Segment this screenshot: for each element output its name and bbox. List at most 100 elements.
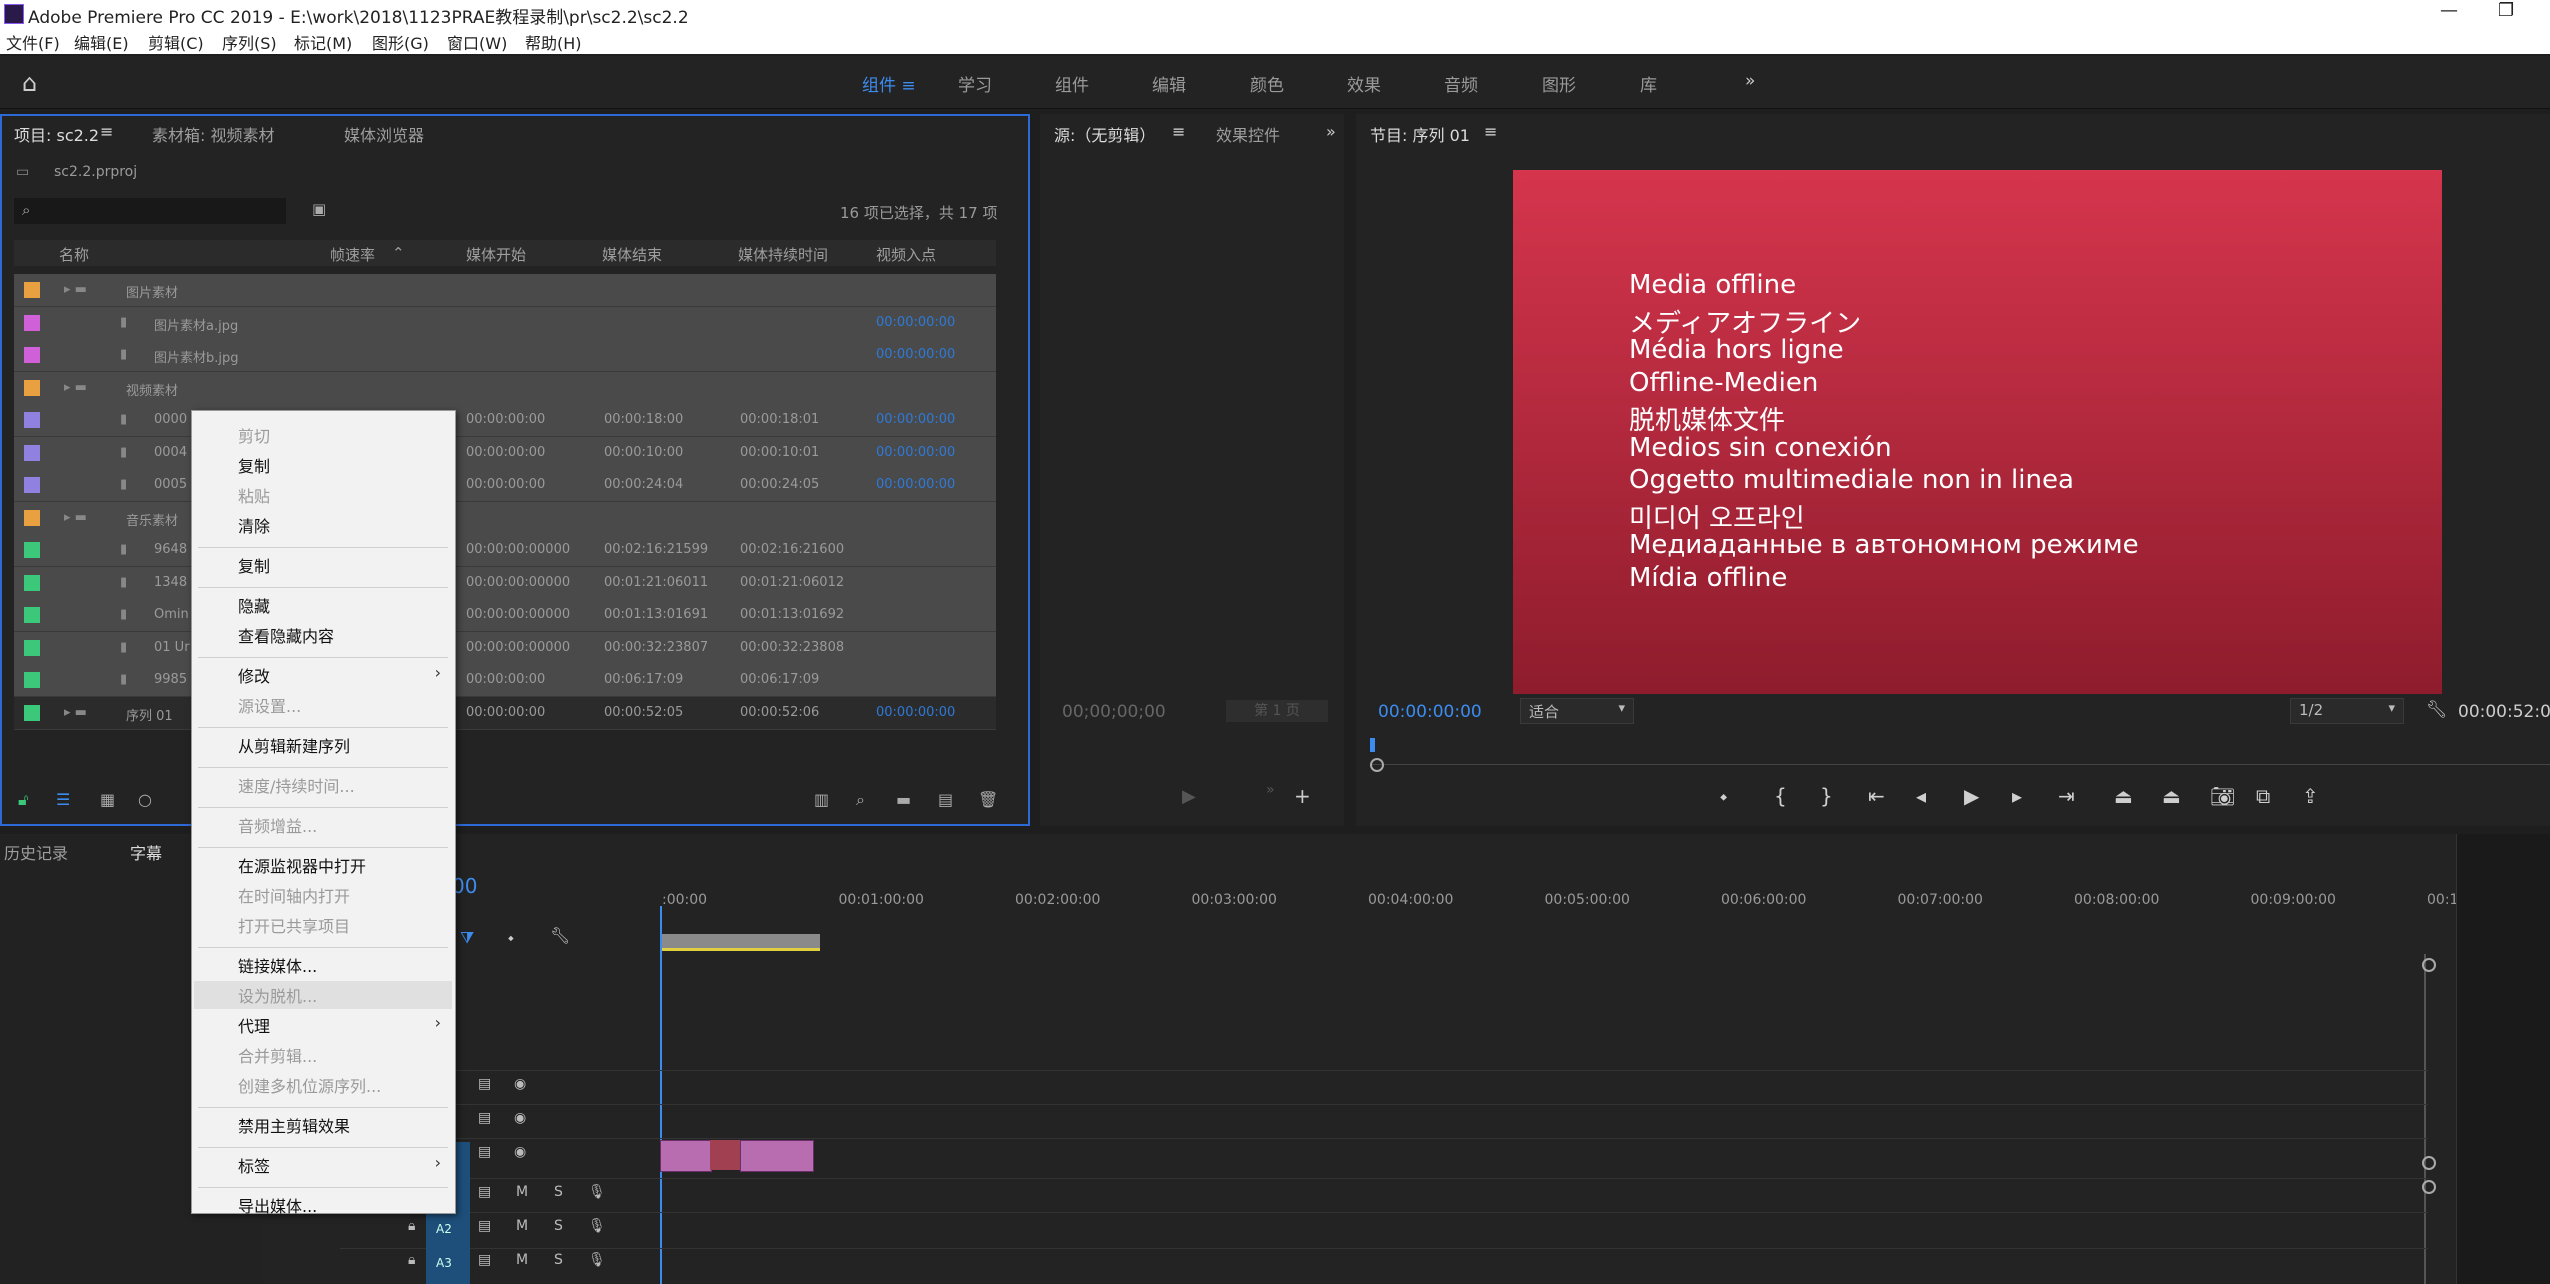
label-color-swatch[interactable] — [24, 639, 40, 656]
label-color-swatch[interactable] — [24, 347, 40, 363]
timeline-playhead[interactable] — [660, 906, 662, 1284]
tab-effect-controls[interactable]: 效果控件 — [1216, 122, 1280, 146]
track-a2-label[interactable]: A2 — [436, 1222, 452, 1236]
context-menu-item[interactable]: 清除 — [238, 513, 270, 537]
step-forward-icon[interactable]: ▸ — [2012, 784, 2022, 808]
workspace-effects[interactable]: 颜色 — [1250, 71, 1284, 96]
restore-icon[interactable]: ❐ — [2498, 0, 2514, 21]
col-media-start[interactable]: 媒体开始 — [466, 244, 526, 265]
table-row[interactable]: ▮ 0004 00:00:00:00 00:00:10:00 00:00:10:01 00… — [14, 436, 996, 470]
play-icon[interactable]: ▶ — [1964, 784, 1979, 808]
context-menu-item[interactable]: 在源监视器中打开 — [238, 853, 366, 877]
workspace-assembly[interactable]: 组件 ≡ — [862, 71, 916, 96]
workspace-edit[interactable]: 组件 — [1055, 71, 1089, 96]
workspace-audio[interactable]: 效果 — [1347, 71, 1381, 96]
scroll-handle[interactable] — [2422, 958, 2436, 972]
icon-view-icon[interactable]: ▦ — [100, 790, 115, 809]
export-icon[interactable]: ⇪ — [2302, 784, 2319, 808]
context-menu-item[interactable]: 从剪辑新建序列 — [238, 733, 350, 757]
tab-project[interactable]: 项目: sc2.2 — [14, 122, 99, 146]
label-color-swatch[interactable] — [24, 282, 40, 298]
zoom-slider-icon[interactable]: ○ — [138, 790, 152, 809]
eye-icon[interactable]: ◉ — [514, 1110, 526, 1126]
lock-icon[interactable]: 🔒︎ — [408, 1252, 415, 1268]
menu-clip[interactable]: 剪辑(C) — [148, 30, 204, 54]
col-media-duration[interactable]: 媒体持续时间 — [738, 244, 828, 265]
eye-icon[interactable]: ◉ — [514, 1076, 526, 1092]
mic-icon[interactable]: 🎙︎ — [588, 1184, 606, 1200]
resolution-dropdown[interactable]: 1/2 ▾ — [2290, 698, 2404, 724]
trash-icon[interactable]: 🗑︎ — [978, 790, 998, 809]
mute-icon[interactable]: M — [516, 1218, 528, 1234]
label-color-swatch[interactable] — [24, 444, 40, 461]
compare-icon[interactable]: ⧉ — [2256, 784, 2270, 808]
tab-media-browser[interactable]: 媒体浏览器 — [344, 122, 424, 146]
label-color-swatch[interactable] — [24, 607, 40, 623]
table-row[interactable]: ▸ ▬ 视频素材 — [14, 371, 996, 405]
context-menu-item[interactable]: 查看隐藏内容 — [238, 623, 334, 647]
timeline-settings-icon[interactable]: 🔧︎ — [550, 926, 570, 945]
sync-lock-icon[interactable]: ▤ — [478, 1252, 491, 1268]
col-media-end[interactable]: 媒体结束 — [602, 244, 662, 265]
mute-icon[interactable]: M — [516, 1184, 528, 1200]
label-color-swatch[interactable] — [24, 379, 40, 396]
context-menu-item[interactable]: 代理 — [238, 1013, 270, 1037]
col-video-in[interactable]: 视频入点 — [876, 244, 936, 265]
fit-dropdown[interactable]: 适合 ▾ — [1520, 698, 1634, 724]
project-search-input[interactable] — [14, 198, 286, 224]
workspace-library[interactable]: 库 — [1640, 71, 1657, 96]
tab-captions[interactable]: 字幕 — [130, 840, 162, 864]
eye-icon[interactable]: ◉ — [514, 1144, 526, 1160]
solo-icon[interactable]: S — [554, 1218, 563, 1234]
scroll-handle[interactable] — [2422, 1180, 2436, 1194]
add-marker-icon[interactable]: ⬩ — [1720, 784, 1727, 808]
sync-lock-icon[interactable]: ▤ — [478, 1184, 491, 1200]
table-row[interactable]: ▮ 9985 00:00:00:00 00:06:17:09 00:06:17:09 — [14, 664, 996, 697]
timeline-clip-offline[interactable] — [710, 1140, 740, 1170]
context-menu-item[interactable]: 链接媒体... — [238, 953, 317, 977]
add-marker-tl-icon[interactable]: ⬩ — [508, 928, 514, 948]
label-color-swatch[interactable] — [24, 509, 40, 526]
source-menu-icon[interactable]: ≡ — [1172, 122, 1185, 141]
automate-icon[interactable]: ▥ — [814, 790, 829, 809]
sync-lock-icon[interactable]: ▤ — [478, 1218, 491, 1234]
program-scrubber[interactable] — [1370, 744, 2550, 765]
table-row[interactable]: ▮ 图片素材a.jpg 00:00:00:00 — [14, 306, 996, 340]
timeline-vscroll[interactable] — [2424, 954, 2426, 1284]
snap-icon[interactable]: ⧩ — [460, 928, 474, 948]
workspace-learning[interactable]: 学习 — [958, 71, 992, 96]
menu-file[interactable]: 文件(F) — [6, 30, 60, 54]
lift-icon[interactable]: ⏏ — [2114, 784, 2133, 808]
col-name[interactable]: 名称 — [59, 244, 89, 265]
tab-program[interactable]: 节目: 序列 01 — [1370, 122, 1470, 146]
tab-bin[interactable]: 素材箱: 视频素材 — [152, 122, 274, 146]
workspace-more-icon[interactable]: » — [1745, 71, 1755, 91]
menu-help[interactable]: 帮助(H) — [525, 30, 582, 54]
menu-graphics[interactable]: 图形(G) — [372, 30, 429, 54]
source-page-dropdown[interactable]: 第 1 页 — [1226, 700, 1328, 722]
list-view-icon[interactable]: ☰ — [56, 790, 70, 809]
sync-lock-icon[interactable]: ▤ — [478, 1144, 491, 1160]
timeline-clip[interactable] — [740, 1140, 814, 1172]
mute-icon[interactable]: M — [516, 1252, 528, 1268]
lock-icon[interactable]: 🔓︎ — [18, 790, 28, 810]
label-color-swatch[interactable] — [24, 704, 40, 721]
table-row[interactable]: ▸ ▬ 音乐素材 — [14, 501, 996, 535]
scroll-handle[interactable] — [2422, 1156, 2436, 1170]
col-framerate[interactable]: 帧速率 — [330, 244, 375, 265]
extract-icon[interactable]: ⏏ — [2162, 784, 2181, 808]
zoom-handle[interactable] — [1370, 758, 1384, 772]
program-menu-icon[interactable]: ≡ — [1484, 122, 1497, 141]
table-row[interactable]: ▮ 0000 00:00:00:00 00:00:18:00 00:00:18:01 00… — [14, 404, 996, 437]
table-row[interactable]: ▮ 9648 00:00:00:00000 00:02:16:21599 00:02:1… — [14, 534, 996, 567]
track-a3-label[interactable]: A3 — [436, 1256, 452, 1270]
table-row[interactable]: ▮ 1348 00:00:00:00000 00:01:21:06011 00:01:2… — [14, 566, 996, 600]
tab-source[interactable]: 源:（无剪辑） — [1054, 122, 1155, 146]
mark-out-icon[interactable]: } — [1820, 784, 1833, 808]
context-menu-item[interactable]: 标签 — [238, 1153, 270, 1177]
table-row[interactable]: ▮ 0005 00:00:00:00 00:00:24:04 00:00:24:05 00… — [14, 469, 996, 502]
find-icon[interactable]: ⌕ — [856, 790, 865, 810]
new-bin-icon[interactable]: ▬ — [896, 790, 911, 809]
home-icon[interactable]: ⌂ — [22, 69, 37, 97]
mic-icon[interactable]: 🎙︎ — [588, 1218, 606, 1234]
